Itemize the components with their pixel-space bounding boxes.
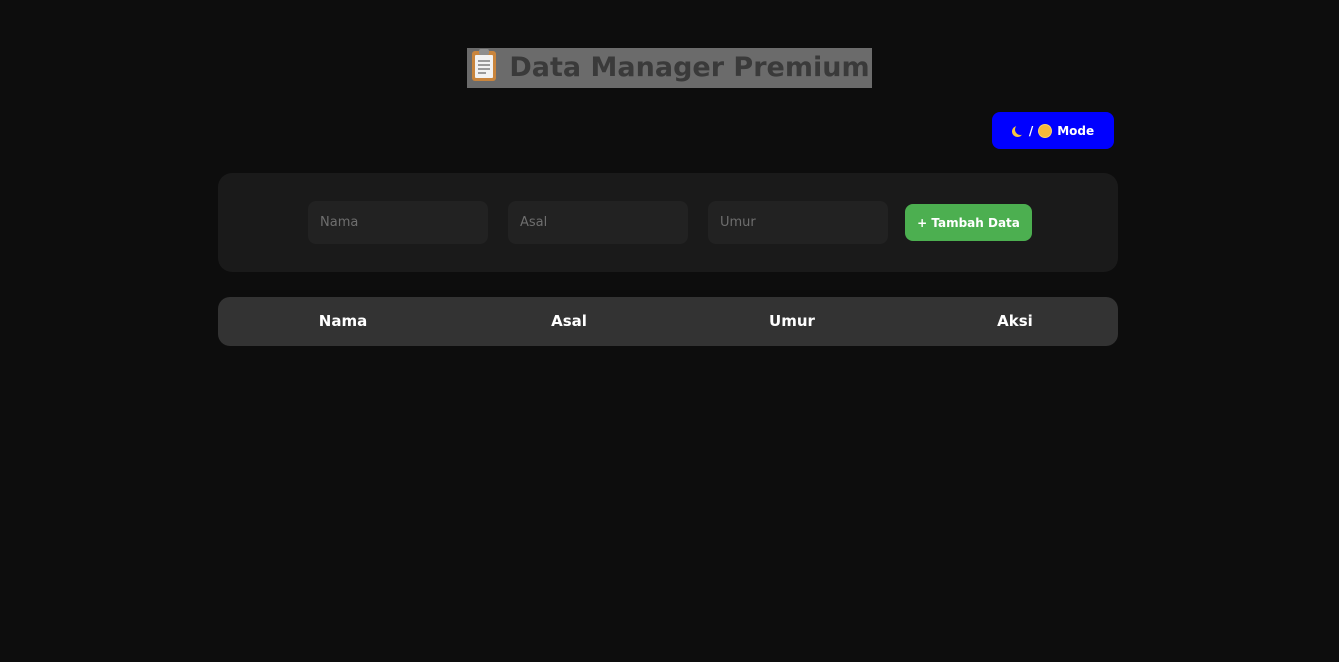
header: Data Manager Premium	[0, 48, 1339, 88]
column-header-umur: Umur	[769, 312, 815, 330]
add-data-form: + Tambah Data	[218, 173, 1118, 272]
umur-input[interactable]	[708, 201, 888, 244]
asal-input[interactable]	[508, 201, 688, 244]
column-header-asal: Asal	[551, 312, 587, 330]
clipboard-icon	[471, 49, 497, 81]
page-title-text: Data Manager Premium	[509, 52, 870, 83]
mode-label: Mode	[1057, 123, 1095, 138]
mode-separator: /	[1028, 123, 1034, 138]
add-data-button[interactable]: + Tambah Data	[905, 204, 1032, 241]
sun-icon	[1039, 124, 1052, 137]
page-title: Data Manager Premium	[467, 48, 872, 88]
column-header-aksi: Aksi	[997, 312, 1033, 330]
page: Data Manager Premium / Mode + Tambah Dat…	[0, 0, 1339, 662]
moon-icon	[1015, 124, 1026, 135]
theme-toggle-button[interactable]: / Mode	[992, 112, 1114, 149]
column-header-nama: Nama	[318, 312, 368, 330]
table-header: Nama Asal Umur Aksi	[218, 297, 1118, 346]
nama-input[interactable]	[308, 201, 488, 244]
